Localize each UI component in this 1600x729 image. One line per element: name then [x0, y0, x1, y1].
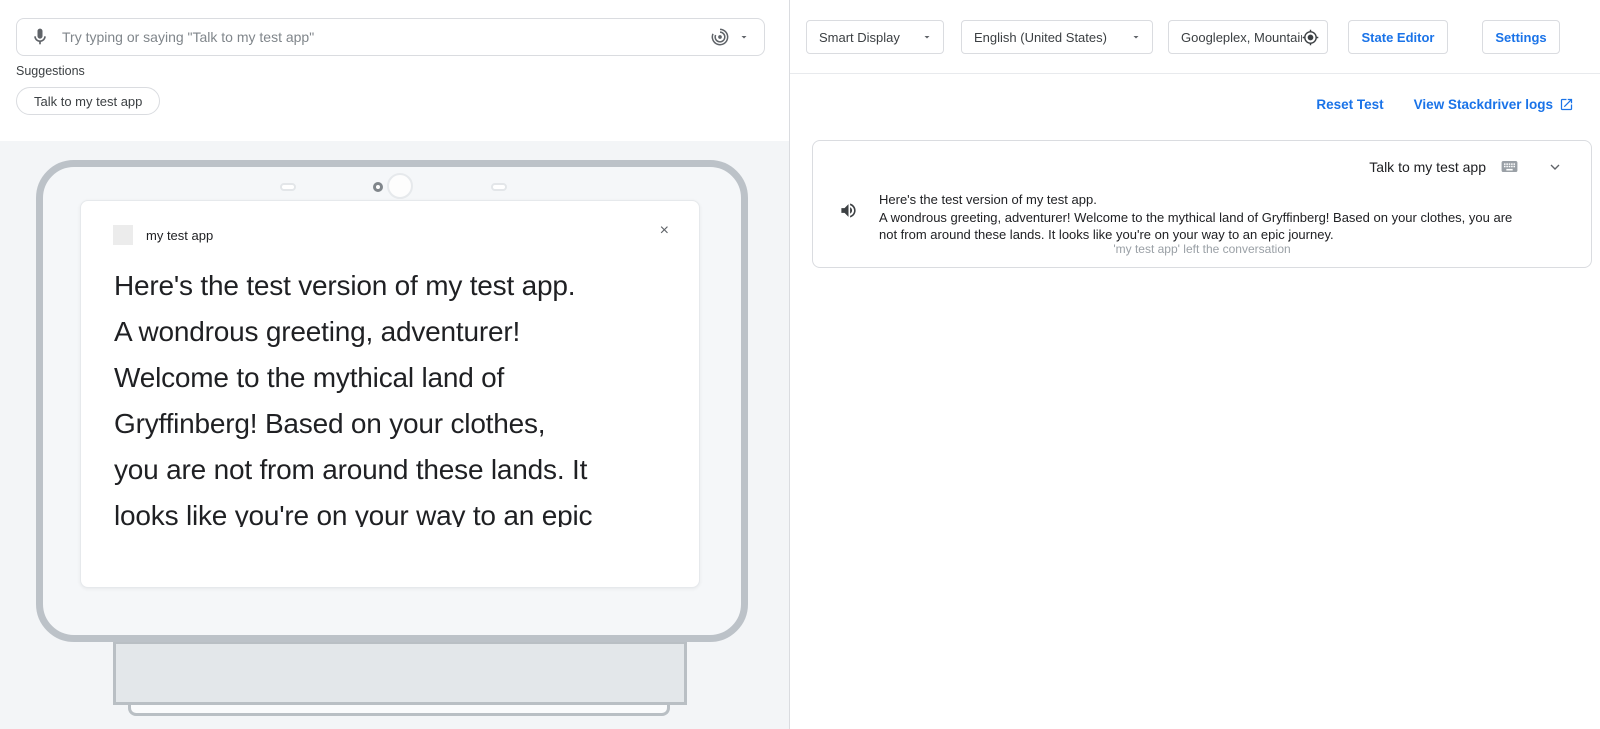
microphone-icon[interactable]	[30, 27, 50, 47]
query-input-placeholder[interactable]: Try typing or saying "Talk to my test ap…	[62, 29, 710, 45]
suggestion-chip[interactable]: Talk to my test app	[16, 87, 160, 115]
input-section: Try typing or saying "Talk to my test ap…	[0, 0, 789, 141]
user-query-text: Talk to my test app	[1369, 159, 1486, 175]
chevron-down-icon	[921, 31, 933, 43]
app-icon	[113, 225, 133, 245]
test-actions-row: Reset Test View Stackdriver logs	[790, 90, 1600, 118]
close-icon[interactable]: ×	[660, 223, 669, 239]
reset-test-link[interactable]: Reset Test	[1316, 97, 1383, 112]
device-screen-message: Here's the test version of my test app. …	[114, 263, 696, 527]
keyboard-input-icon	[1500, 157, 1519, 176]
surface-select-value: Smart Display	[819, 30, 900, 45]
my-location-icon[interactable]	[1302, 29, 1319, 46]
settings-button[interactable]: Settings	[1482, 20, 1560, 54]
stackdriver-logs-label: View Stackdriver logs	[1414, 97, 1553, 112]
conversation-status: 'my test app' left the conversation	[813, 242, 1591, 256]
device-sensor-icon	[280, 183, 296, 191]
test-toolbar: Smart Display English (United States) Go…	[790, 0, 1600, 74]
voice-dropdown-caret-icon[interactable]	[738, 31, 750, 43]
conversation-card: Talk to my test app	[812, 140, 1592, 268]
simulator-panel: Try typing or saying "Talk to my test ap…	[0, 0, 790, 729]
agent-response-row: Here's the test version of my test app. …	[839, 191, 1527, 244]
reset-test-label: Reset Test	[1316, 97, 1383, 112]
device-screen: my test app × Here's the test version of…	[80, 200, 700, 588]
stackdriver-logs-link[interactable]: View Stackdriver logs	[1414, 97, 1574, 112]
agent-response-text: Here's the test version of my test app. …	[879, 191, 1527, 244]
language-select[interactable]: English (United States)	[961, 20, 1153, 54]
language-select-value: English (United States)	[974, 30, 1107, 45]
device-stand	[113, 642, 687, 705]
surface-select[interactable]: Smart Display	[806, 20, 944, 54]
location-value: Googleplex, Mountain ...	[1181, 30, 1302, 45]
speaker-icon[interactable]	[839, 201, 861, 244]
expand-chevron-icon[interactable]	[1547, 159, 1563, 175]
device-ambient-sensor-icon	[373, 182, 383, 192]
device-stand-base	[128, 705, 670, 716]
query-input[interactable]: Try typing or saying "Talk to my test ap…	[16, 18, 765, 56]
user-query-row: Talk to my test app	[1369, 157, 1563, 176]
state-editor-button[interactable]: State Editor	[1348, 20, 1448, 54]
voice-tone-icon[interactable]	[710, 27, 730, 47]
device-screen-header: my test app ×	[81, 201, 699, 257]
device-sensor-icon	[491, 183, 507, 191]
location-field[interactable]: Googleplex, Mountain ...	[1168, 20, 1328, 54]
test-panel: Smart Display English (United States) Go…	[790, 0, 1600, 729]
external-link-icon	[1559, 97, 1574, 112]
device-camera-icon	[387, 173, 413, 199]
suggestions-label: Suggestions	[16, 64, 85, 78]
actions-simulator: Try typing or saying "Talk to my test ap…	[0, 0, 1600, 729]
app-name: my test app	[146, 228, 213, 243]
chevron-down-icon	[1130, 31, 1142, 43]
